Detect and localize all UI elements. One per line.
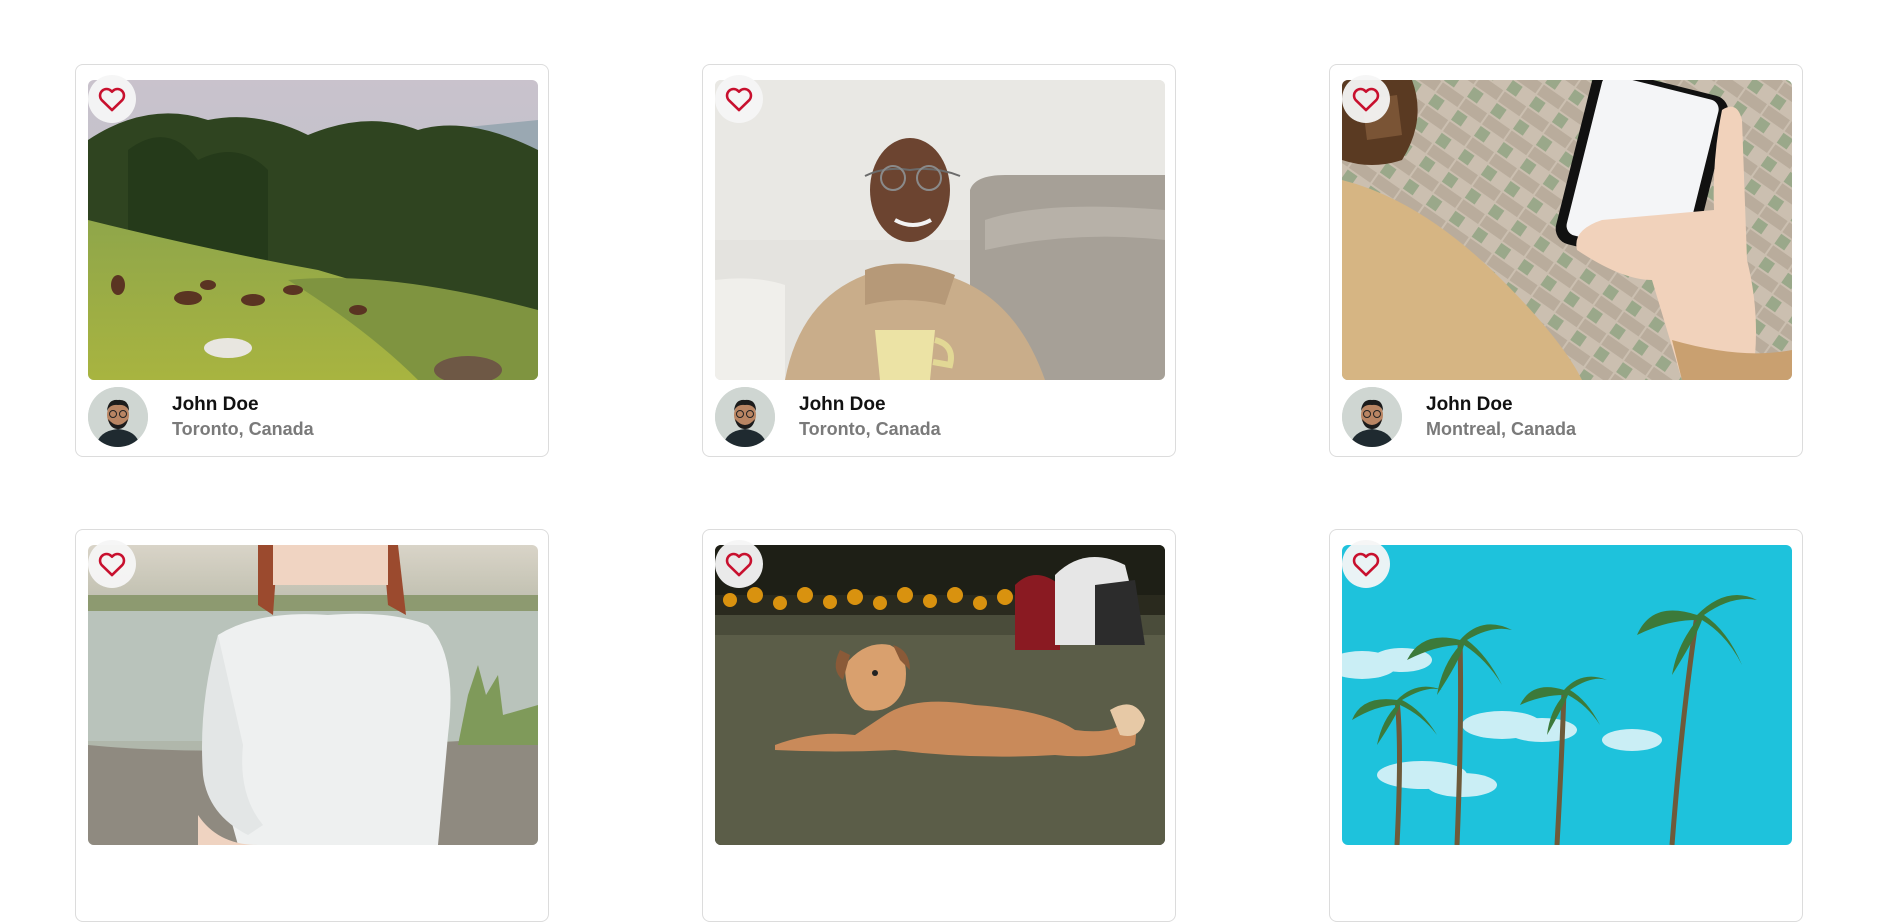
heart-outline-icon xyxy=(98,552,126,577)
photo-card[interactable] xyxy=(702,529,1176,922)
avatar[interactable] xyxy=(715,387,775,447)
like-button[interactable] xyxy=(1342,75,1390,123)
avatar[interactable] xyxy=(88,387,148,447)
heart-outline-icon xyxy=(725,552,753,577)
photo-card[interactable] xyxy=(75,529,549,922)
photo-dog-on-grass[interactable] xyxy=(715,545,1165,845)
author-location: Toronto, Canada xyxy=(172,419,314,439)
like-button[interactable] xyxy=(88,75,136,123)
avatar[interactable] xyxy=(1342,387,1402,447)
heart-outline-icon xyxy=(1352,552,1380,577)
photo-card[interactable]: John Doe Montreal, Canada xyxy=(1329,64,1803,457)
photo-man-with-mug[interactable] xyxy=(715,80,1165,380)
photo-card[interactable] xyxy=(1329,529,1803,922)
dog-on-grass-image xyxy=(715,545,1165,845)
photo-woman-by-water[interactable] xyxy=(88,545,538,845)
photo-card[interactable]: John Doe Toronto, Canada xyxy=(702,64,1176,457)
author-avatar-image xyxy=(1342,387,1402,447)
author-name[interactable]: John Doe xyxy=(1426,393,1576,417)
card-author: John Doe Montreal, Canada xyxy=(1342,387,1576,447)
palm-trees-image xyxy=(1342,545,1792,845)
card-author: John Doe Toronto, Canada xyxy=(88,387,314,447)
author-location: Montreal, Canada xyxy=(1426,419,1577,439)
card-author: John Doe Toronto, Canada xyxy=(715,387,941,447)
like-button[interactable] xyxy=(715,540,763,588)
photo-hand-phone[interactable] xyxy=(1342,80,1792,380)
like-button[interactable] xyxy=(88,540,136,588)
author-location: Toronto, Canada xyxy=(799,419,941,439)
man-with-mug-image xyxy=(715,80,1165,380)
author-avatar-image xyxy=(88,387,148,447)
hand-phone-image xyxy=(1342,80,1792,380)
like-button[interactable] xyxy=(1342,540,1390,588)
woman-by-water-image xyxy=(88,545,538,845)
like-button[interactable] xyxy=(715,75,763,123)
photo-palm-trees[interactable] xyxy=(1342,545,1792,845)
horses-image xyxy=(88,80,538,380)
photo-card[interactable]: John Doe Toronto, Canada xyxy=(75,64,549,457)
author-name[interactable]: John Doe xyxy=(799,393,941,417)
heart-outline-icon xyxy=(1352,87,1380,112)
heart-outline-icon xyxy=(725,87,753,112)
heart-outline-icon xyxy=(98,87,126,112)
photo-grid: John Doe Toronto, Canada John Doe Toront… xyxy=(75,64,1805,922)
photo-horses-hillside[interactable] xyxy=(88,80,538,380)
author-name[interactable]: John Doe xyxy=(172,393,314,417)
author-avatar-image xyxy=(715,387,775,447)
